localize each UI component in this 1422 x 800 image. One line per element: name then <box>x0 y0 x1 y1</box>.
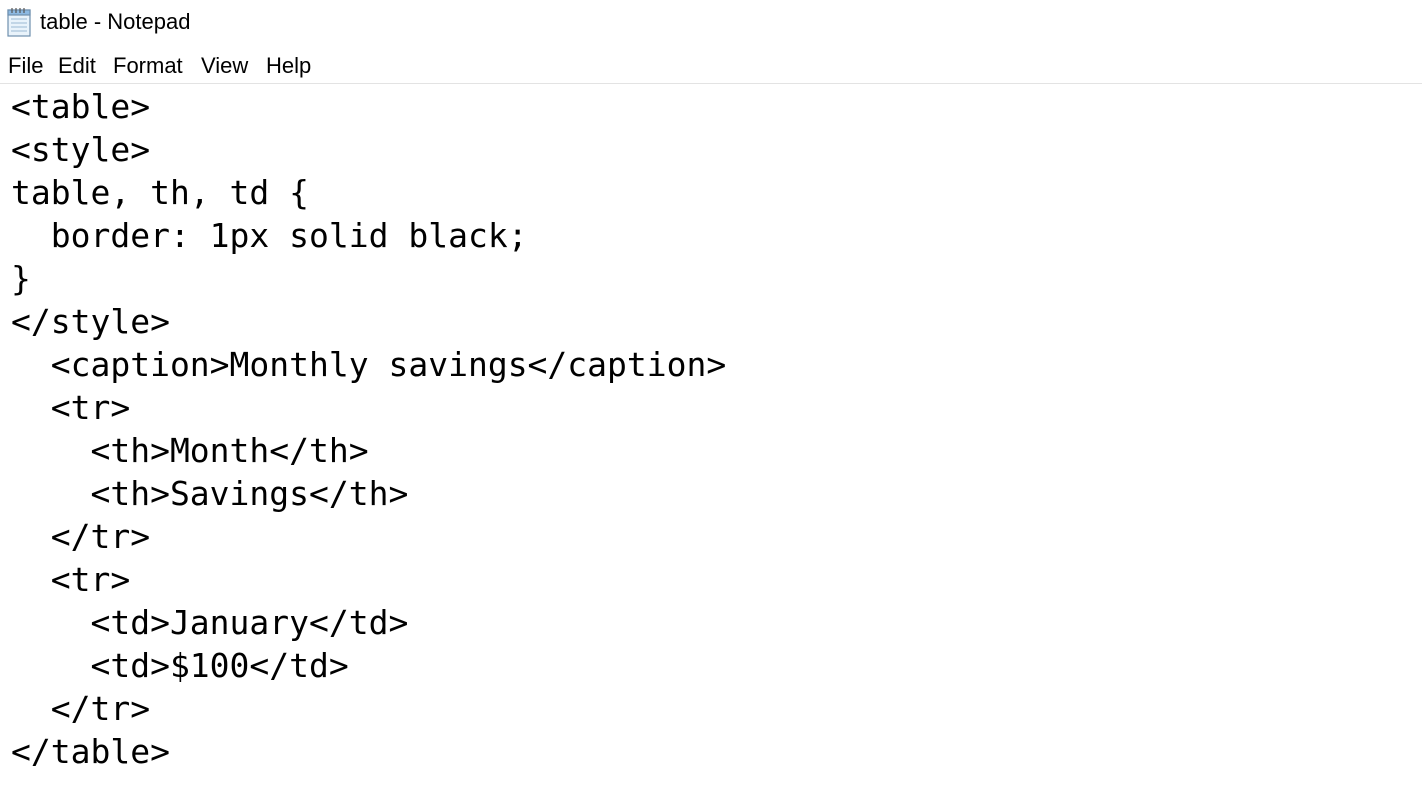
editor-line: <td>January</td> <box>11 603 409 642</box>
editor-line: table, th, td { <box>11 173 310 212</box>
editor-line: <tr> <box>11 388 131 427</box>
editor-line: border: 1px solid black; <box>11 216 528 255</box>
editor-line: </table> <box>11 732 170 771</box>
editor-line: <th>Month</th> <box>11 431 369 470</box>
editor-line: </style> <box>11 302 170 341</box>
text-editor[interactable]: <table> <style> table, th, td { border: … <box>0 84 1422 800</box>
title-bar: table - Notepad <box>0 0 1422 46</box>
editor-line: <tr> <box>11 560 131 599</box>
editor-line: <style> <box>11 130 151 169</box>
menu-edit[interactable]: Edit <box>58 53 96 79</box>
notepad-window: table - Notepad File Edit Format View He… <box>0 0 1422 800</box>
window-title: table - Notepad <box>40 9 191 34</box>
menu-file[interactable]: File <box>8 53 43 79</box>
notepad-icon <box>7 8 31 37</box>
menu-view[interactable]: View <box>201 53 248 79</box>
editor-line: <caption>Monthly savings</caption> <box>11 345 727 384</box>
editor-line: <td>$100</td> <box>11 646 349 685</box>
editor-line: </tr> <box>11 689 151 728</box>
editor-line: </tr> <box>11 517 151 556</box>
menu-bar: File Edit Format View Help <box>0 48 1422 82</box>
editor-line: } <box>11 259 31 298</box>
menu-help[interactable]: Help <box>266 53 311 79</box>
editor-line: <th>Savings</th> <box>11 474 409 513</box>
editor-line: <table> <box>11 87 151 126</box>
menu-format[interactable]: Format <box>113 53 183 79</box>
